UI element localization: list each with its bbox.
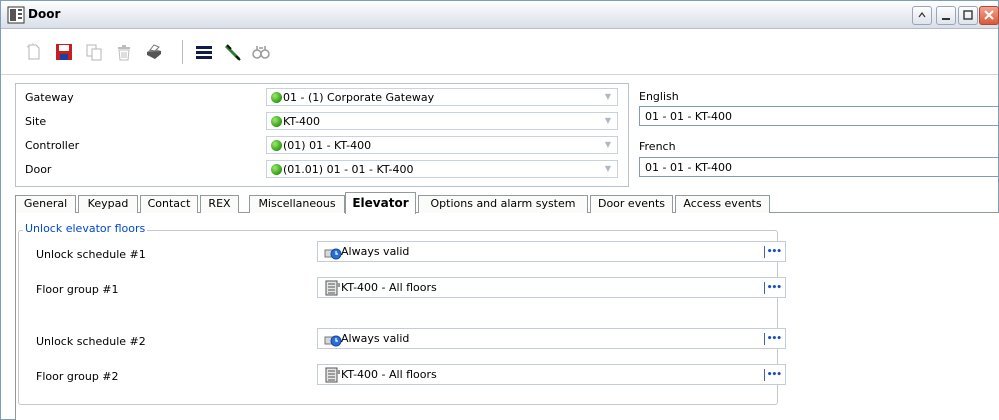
more-options-icon[interactable]: ••• xyxy=(764,282,782,294)
door-combo[interactable]: (01.01) 01 - 01 - KT-400 ▼ xyxy=(266,160,618,178)
location-fields: Gateway 01 - (1) Corporate Gateway ▼ Sit… xyxy=(15,83,629,187)
schedule-icon xyxy=(324,331,342,347)
delete-icon[interactable] xyxy=(114,42,134,62)
minimize-button[interactable] xyxy=(936,6,956,25)
floor-group-icon xyxy=(324,367,342,383)
floor-group-1-field[interactable]: KT-400 - All floors ••• xyxy=(317,277,786,298)
tab-access-events[interactable]: Access events xyxy=(675,195,770,213)
floor-group-icon xyxy=(324,280,342,296)
gateway-label: Gateway xyxy=(25,91,74,104)
tab-keypad[interactable]: Keypad xyxy=(78,195,138,213)
site-label: Site xyxy=(25,115,47,128)
chevron-down-icon[interactable]: ▼ xyxy=(601,139,615,151)
door-app-icon xyxy=(7,6,25,24)
english-label: English xyxy=(639,90,679,103)
new-icon[interactable] xyxy=(24,42,44,62)
status-ok-icon xyxy=(271,164,282,175)
site-combo[interactable]: KT-400 ▼ xyxy=(266,112,618,130)
close-button[interactable] xyxy=(979,6,999,25)
door-window: Door Gateway 01 - (1) Corporate Gateway … xyxy=(0,0,999,420)
tab-strip: General Keypad Contact REX Miscellaneous… xyxy=(15,192,999,214)
unlock-schedule-1-value: Always valid xyxy=(341,245,410,258)
more-options-icon[interactable]: ••• xyxy=(764,369,782,381)
toolbar xyxy=(1,30,998,75)
door-header-panel: Gateway 01 - (1) Corporate Gateway ▼ Sit… xyxy=(15,83,999,189)
french-label: French xyxy=(639,140,676,153)
controller-label: Controller xyxy=(25,139,80,152)
unlock-schedule-1-label: Unlock schedule #1 xyxy=(36,248,146,261)
status-ok-icon xyxy=(271,116,282,127)
schedule-icon xyxy=(324,244,342,260)
toolbar-separator xyxy=(182,40,183,64)
tools-icon[interactable] xyxy=(223,42,243,62)
group-title: Unlock elevator floors xyxy=(23,222,148,235)
gateway-combo[interactable]: 01 - (1) Corporate Gateway ▼ xyxy=(266,88,618,106)
floor-group-2-value: KT-400 - All floors xyxy=(341,368,437,381)
window-title: Door xyxy=(28,7,61,21)
tab-door-events[interactable]: Door events xyxy=(590,195,673,213)
save-icon[interactable] xyxy=(54,42,74,62)
unlock-schedule-2-field[interactable]: Always valid ••• xyxy=(317,328,786,349)
tab-general[interactable]: General xyxy=(15,195,76,213)
maximize-button[interactable] xyxy=(958,6,978,25)
print-icon[interactable] xyxy=(144,42,164,62)
floor-group-2-field[interactable]: KT-400 - All floors ••• xyxy=(317,364,786,385)
chevron-down-icon[interactable]: ▼ xyxy=(601,115,615,127)
restore-button[interactable] xyxy=(912,6,932,25)
list-icon[interactable] xyxy=(194,42,214,62)
more-options-icon[interactable]: ••• xyxy=(764,246,782,258)
tab-options-and-alarm-system[interactable]: Options and alarm system xyxy=(418,195,588,213)
more-options-icon[interactable]: ••• xyxy=(764,333,782,345)
controller-combo[interactable]: (01) 01 - KT-400 ▼ xyxy=(266,136,618,154)
unlock-schedule-2-value: Always valid xyxy=(341,332,410,345)
elevator-tab-content: Unlock elevator floors Unlock schedule #… xyxy=(15,213,999,420)
status-ok-icon xyxy=(271,92,282,103)
find-icon[interactable] xyxy=(251,42,271,62)
unlock-schedule-1-field[interactable]: Always valid ••• xyxy=(317,241,786,262)
status-ok-icon xyxy=(271,140,282,151)
site-value: KT-400 xyxy=(283,115,321,128)
tab-contact[interactable]: Contact xyxy=(140,195,198,213)
title-bar[interactable]: Door xyxy=(1,1,999,29)
unlock-schedule-2-label: Unlock schedule #2 xyxy=(36,335,146,348)
floor-group-2-label: Floor group #2 xyxy=(36,370,119,383)
floor-group-1-value: KT-400 - All floors xyxy=(341,281,437,294)
chevron-down-icon[interactable]: ▼ xyxy=(601,163,615,175)
chevron-down-icon[interactable]: ▼ xyxy=(601,91,615,103)
floor-group-1-label: Floor group #1 xyxy=(36,283,119,296)
controller-value: (01) 01 - KT-400 xyxy=(283,139,372,152)
gateway-value: 01 - (1) Corporate Gateway xyxy=(283,91,435,104)
tab-miscellaneous[interactable]: Miscellaneous xyxy=(249,195,345,213)
tab-rex[interactable]: REX xyxy=(200,195,239,213)
tab-elevator[interactable]: Elevator xyxy=(345,192,416,214)
english-name-input[interactable]: 01 - 01 - KT-400 xyxy=(639,106,999,126)
french-name-input[interactable]: 01 - 01 - KT-400 xyxy=(639,157,999,177)
copy-icon[interactable] xyxy=(84,42,104,62)
door-value: (01.01) 01 - 01 - KT-400 xyxy=(283,163,414,176)
door-label: Door xyxy=(25,163,52,176)
